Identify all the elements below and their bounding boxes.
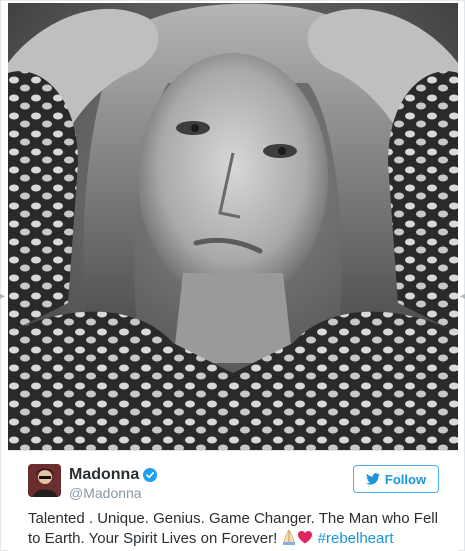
portrait-photo — [8, 3, 458, 450]
user-name-row: Madonna — [69, 466, 158, 484]
twitter-bird-icon — [365, 473, 380, 485]
scroll-right-icon[interactable]: ◂ — [460, 292, 465, 302]
praying-hands-icon — [281, 529, 297, 551]
tweet-text: Talented . Unique. Genius. Game Changer.… — [28, 509, 453, 550]
red-heart-icon — [297, 529, 313, 551]
follow-button[interactable]: Follow — [353, 465, 439, 493]
scroll-left-icon[interactable]: ▸ — [0, 292, 5, 302]
hashtag-link[interactable]: #rebelheart — [318, 530, 394, 547]
avatar[interactable] — [28, 464, 61, 497]
follow-label: Follow — [384, 471, 427, 487]
user-name[interactable]: Madonna — [69, 466, 139, 484]
avatar-image — [28, 464, 61, 497]
verified-badge-icon — [143, 468, 158, 482]
tweet-photo[interactable] — [8, 3, 458, 450]
tweet-card: Madonna @Madonna Follow Talented . Uniqu… — [8, 450, 458, 551]
user-handle[interactable]: @Madonna — [69, 485, 142, 501]
